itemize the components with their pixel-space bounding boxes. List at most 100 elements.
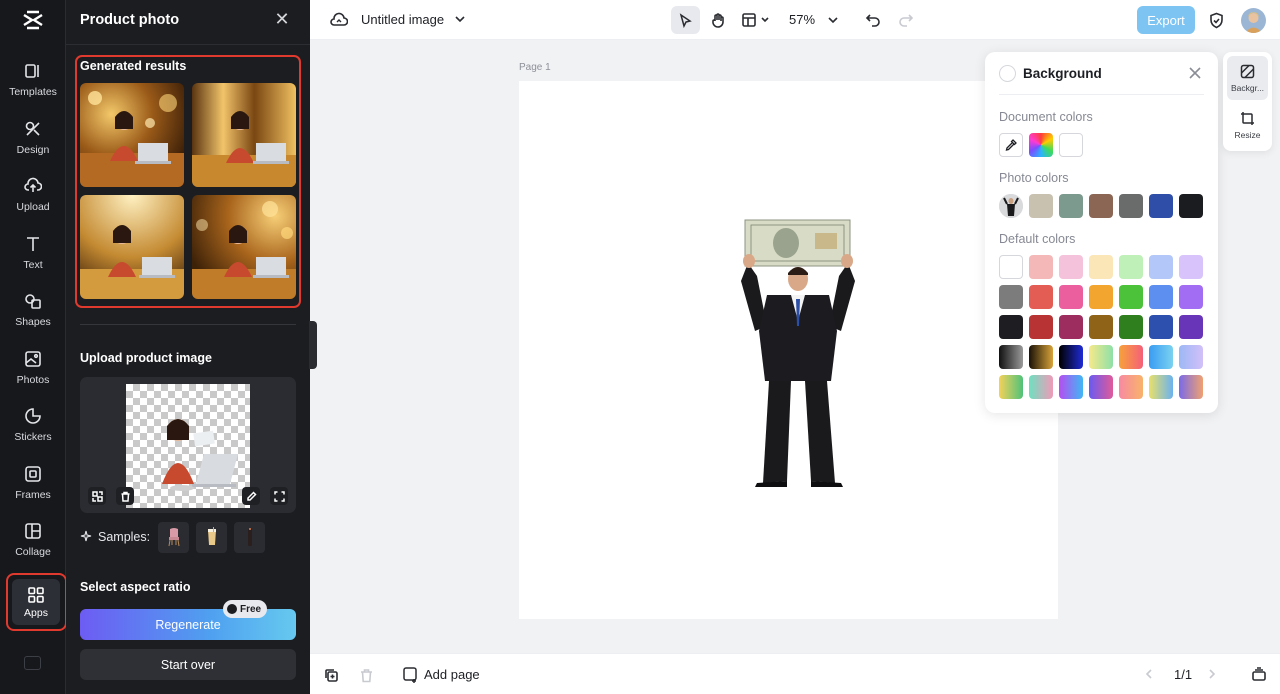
default-color-swatch[interactable] — [1029, 285, 1053, 309]
crop-image-button[interactable] — [270, 487, 288, 505]
default-color-swatch[interactable] — [999, 315, 1023, 339]
photo-color-swatch[interactable] — [1059, 194, 1083, 218]
chevron-down-icon[interactable] — [454, 13, 466, 25]
zoom-level[interactable]: 57% — [789, 12, 815, 27]
default-color-swatch[interactable] — [1089, 285, 1113, 309]
gradient-swatch[interactable] — [1029, 345, 1053, 369]
generated-result-2[interactable] — [192, 83, 296, 187]
more-icon[interactable] — [24, 656, 41, 670]
gradient-swatch[interactable] — [1029, 375, 1053, 399]
default-color-swatch[interactable] — [1029, 315, 1053, 339]
photo-color-swatch[interactable] — [1179, 194, 1203, 218]
gradient-swatch[interactable] — [1059, 375, 1083, 399]
start-over-button[interactable]: Start over — [80, 649, 296, 680]
default-color-swatch[interactable] — [1029, 255, 1053, 279]
default-color-swatch[interactable] — [1119, 285, 1143, 309]
rail-item-templates[interactable]: Templates — [0, 58, 66, 114]
gradient-swatch[interactable] — [999, 345, 1023, 369]
next-page-button[interactable] — [1205, 667, 1219, 681]
default-color-swatch[interactable] — [999, 285, 1023, 309]
rail-item-design[interactable]: Design — [0, 116, 66, 172]
generated-result-3[interactable] — [80, 195, 184, 299]
gradient-swatch[interactable] — [1119, 345, 1143, 369]
default-color-swatch[interactable] — [1179, 255, 1203, 279]
sample-bottle[interactable] — [234, 521, 266, 553]
gradient-swatch[interactable] — [1089, 375, 1113, 399]
resize-tab[interactable]: Resize — [1227, 103, 1268, 147]
gradient-swatch[interactable] — [1059, 345, 1083, 369]
photo-color-swatch[interactable] — [1119, 194, 1143, 218]
product-photo-panel: Product photo ✕ Generated results Upload… — [66, 0, 310, 694]
photo-color-from-image[interactable] — [999, 194, 1023, 218]
duplicate-page-button[interactable] — [322, 666, 340, 684]
panel-collapse-handle[interactable] — [309, 321, 317, 369]
default-color-swatch[interactable] — [1149, 255, 1173, 279]
page-manager-button[interactable] — [1250, 665, 1268, 683]
capcut-logo[interactable] — [20, 8, 46, 34]
previous-page-button[interactable] — [1142, 667, 1156, 681]
gradient-swatch[interactable] — [1149, 345, 1173, 369]
photo-color-swatch[interactable] — [1029, 194, 1053, 218]
default-color-swatch[interactable] — [1089, 315, 1113, 339]
undo-button[interactable] — [863, 10, 883, 30]
photo-color-swatch[interactable] — [1089, 194, 1113, 218]
gradient-swatch[interactable] — [1179, 375, 1203, 399]
photo-color-swatch[interactable] — [1149, 194, 1173, 218]
add-page-button[interactable]: Add page — [402, 666, 480, 683]
security-button[interactable] — [1206, 10, 1226, 30]
layout-menu-button[interactable] — [740, 10, 776, 30]
eyedropper-button[interactable] — [999, 133, 1023, 157]
close-icon[interactable] — [1187, 65, 1203, 81]
default-color-swatch[interactable] — [1119, 255, 1143, 279]
document-color-swatch[interactable] — [1059, 133, 1083, 157]
rail-item-shapes[interactable]: Shapes — [0, 288, 66, 344]
default-color-swatch[interactable] — [1149, 315, 1173, 339]
background-tab[interactable]: Backgr... — [1227, 56, 1268, 100]
default-color-swatch[interactable] — [999, 255, 1023, 279]
custom-color-picker[interactable] — [1029, 133, 1053, 157]
sample-drink[interactable] — [196, 521, 228, 553]
zoom-dropdown[interactable] — [825, 12, 841, 28]
sample-chair[interactable] — [158, 521, 190, 553]
resize-icon — [1241, 111, 1254, 125]
edit-image-button[interactable] — [242, 487, 260, 505]
rail-item-frames[interactable]: Frames — [0, 461, 66, 517]
default-color-swatch[interactable] — [1149, 285, 1173, 309]
default-color-swatch[interactable] — [1059, 255, 1083, 279]
upload-product-dropzone[interactable] — [80, 377, 296, 513]
replace-image-button[interactable] — [88, 487, 106, 505]
avatar[interactable] — [1241, 8, 1266, 33]
document-title[interactable]: Untitled image — [361, 12, 444, 27]
generated-result-4[interactable] — [192, 195, 296, 299]
default-color-swatch[interactable] — [1089, 255, 1113, 279]
man-holding-banknote-image[interactable] — [519, 81, 1058, 619]
cloud-icon[interactable] — [330, 11, 348, 29]
rail-item-upload[interactable]: Upload — [0, 173, 66, 229]
gradient-swatch[interactable] — [1149, 375, 1173, 399]
rail-item-text[interactable]: Text — [0, 231, 66, 287]
rail-item-apps[interactable]: Apps — [12, 579, 60, 625]
canvas-page[interactable] — [519, 81, 1058, 619]
default-color-swatch[interactable] — [1059, 315, 1083, 339]
default-color-swatch[interactable] — [1059, 285, 1083, 309]
redo-button[interactable] — [896, 10, 916, 30]
export-button[interactable]: Export — [1137, 6, 1195, 34]
delete-image-button[interactable] — [116, 487, 134, 505]
default-color-swatch[interactable] — [1179, 285, 1203, 309]
generated-result-1[interactable] — [80, 83, 184, 187]
background-radio[interactable] — [999, 65, 1016, 82]
gradient-swatch[interactable] — [999, 375, 1023, 399]
select-tool-button[interactable] — [671, 6, 700, 34]
gradient-swatch[interactable] — [1179, 345, 1203, 369]
delete-page-button[interactable] — [357, 666, 375, 684]
gradient-swatch[interactable] — [1089, 345, 1113, 369]
rail-item-stickers[interactable]: Stickers — [0, 403, 66, 459]
default-color-swatch[interactable] — [1179, 315, 1203, 339]
rail-item-collage[interactable]: Collage — [0, 518, 66, 574]
hand-tool-button[interactable] — [708, 10, 728, 30]
photo-thumbnail — [999, 194, 1023, 218]
close-icon[interactable]: ✕ — [274, 10, 290, 28]
gradient-swatch[interactable] — [1119, 375, 1143, 399]
default-color-swatch[interactable] — [1119, 315, 1143, 339]
rail-item-photos[interactable]: Photos — [0, 346, 66, 402]
